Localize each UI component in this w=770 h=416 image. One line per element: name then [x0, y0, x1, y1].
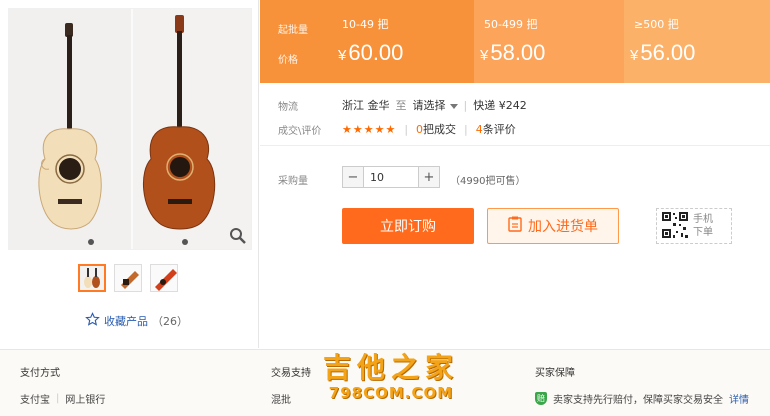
- service-footer: 支付方式 支付宝 | 网上银行 交易支持 混批 买家保障 赔 卖家支持先行赔付，…: [0, 349, 770, 416]
- qr-code-icon: [661, 210, 689, 242]
- price-band: 起批量 价格 10-49 把 ¥60.00 50-499 把 ¥58.00 ≥5…: [260, 0, 770, 83]
- batch-label: 起批量: [278, 25, 308, 36]
- express-fee: 快递 ¥242: [473, 99, 527, 112]
- destination-select[interactable]: 请选择: [413, 97, 458, 113]
- increase-button[interactable]: +: [419, 167, 439, 187]
- tier-range: ≥500 把: [634, 18, 679, 31]
- price-label: 价格: [278, 55, 298, 66]
- logistics-row: 浙江 金华 至 请选择 | 快递 ¥242: [342, 97, 527, 113]
- price-band-labels: 起批量 价格: [278, 16, 308, 76]
- star-outline-icon: [85, 312, 100, 330]
- tier-range: 10-49 把: [342, 18, 389, 31]
- tier-range: 50-499 把: [484, 18, 538, 31]
- payment-methods: 支付方式 支付宝 | 网上银行: [20, 364, 105, 406]
- divider: |: [463, 98, 468, 112]
- protection-text: 卖家支持先行赔付，保障买家交易安全: [553, 395, 723, 406]
- sold-stat[interactable]: 0把成交: [416, 121, 456, 137]
- trade-title: 交易支持: [271, 368, 311, 379]
- logistics-label: 物流: [278, 102, 298, 113]
- add-to-list-label: 加入进货单: [528, 219, 598, 235]
- thumbnail-3[interactable]: [150, 264, 178, 292]
- payment-title: 支付方式: [20, 368, 60, 379]
- favorite-count: （26）: [152, 315, 188, 328]
- tier-price: ¥60.00: [338, 40, 404, 65]
- decrease-button[interactable]: −: [343, 167, 363, 187]
- thumbnail-strip: [78, 264, 178, 292]
- chevron-down-icon: [449, 104, 458, 109]
- protection-title: 买家保障: [535, 368, 575, 379]
- trade-support: 交易支持 混批: [271, 364, 311, 406]
- payment-alipay: 支付宝: [20, 395, 50, 406]
- price-tier-1: 10-49 把 ¥60.00: [332, 0, 474, 83]
- trade-mixed-batch: 混批: [271, 395, 291, 406]
- price-tier-2: 50-499 把 ¥58.00: [474, 0, 624, 83]
- quantity-stepper: − +: [342, 166, 440, 188]
- shield-icon: 赔: [535, 392, 547, 405]
- thumbnail-2[interactable]: [114, 264, 142, 292]
- quantity-input[interactable]: [363, 167, 419, 187]
- add-to-list-button[interactable]: 加入进货单: [487, 208, 619, 244]
- main-product-image[interactable]: [8, 8, 252, 250]
- mobile-order[interactable]: 手机 下单: [656, 208, 732, 244]
- tier-price: ¥58.00: [480, 40, 546, 65]
- reviews-label: 成交\评价: [278, 126, 322, 137]
- quantity-label: 采购量: [278, 176, 308, 187]
- review-stat[interactable]: 4条评价: [476, 121, 516, 137]
- protection-details-link[interactable]: 详情: [729, 391, 749, 406]
- rating-stars: ★★★★★: [342, 122, 397, 136]
- thumbnail-1[interactable]: [78, 264, 106, 292]
- guitar-illustration: [9, 9, 251, 249]
- favorite-product[interactable]: 收藏产品 （26）: [85, 312, 188, 330]
- payment-online-bank: 网上银行: [65, 395, 106, 406]
- reviews-row: ★★★★★ | 0把成交 | 4条评价: [342, 121, 516, 137]
- to-label: 至: [395, 99, 407, 112]
- tier-price: ¥56.00: [630, 40, 696, 65]
- available-stock: （4990把可售）: [450, 176, 526, 187]
- product-gallery: 收藏产品 （26）: [0, 0, 259, 348]
- shipping-and-reviews: 物流 浙江 金华 至 请选择 | 快递 ¥242 成交\评价 ★★★★★ | 0…: [260, 84, 770, 146]
- order-now-button[interactable]: 立即订购: [342, 208, 474, 244]
- price-tier-3: ≥500 把 ¥56.00: [624, 0, 770, 83]
- zoom-icon[interactable]: [229, 227, 247, 245]
- buyer-protection: 买家保障 赔 卖家支持先行赔付，保障买家交易安全 详情: [535, 364, 749, 406]
- clipboard-icon: [508, 216, 522, 236]
- favorite-label[interactable]: 收藏产品: [104, 313, 148, 329]
- mobile-order-label: 手机 下单: [693, 214, 713, 238]
- origin-location: 浙江 金华: [342, 99, 390, 112]
